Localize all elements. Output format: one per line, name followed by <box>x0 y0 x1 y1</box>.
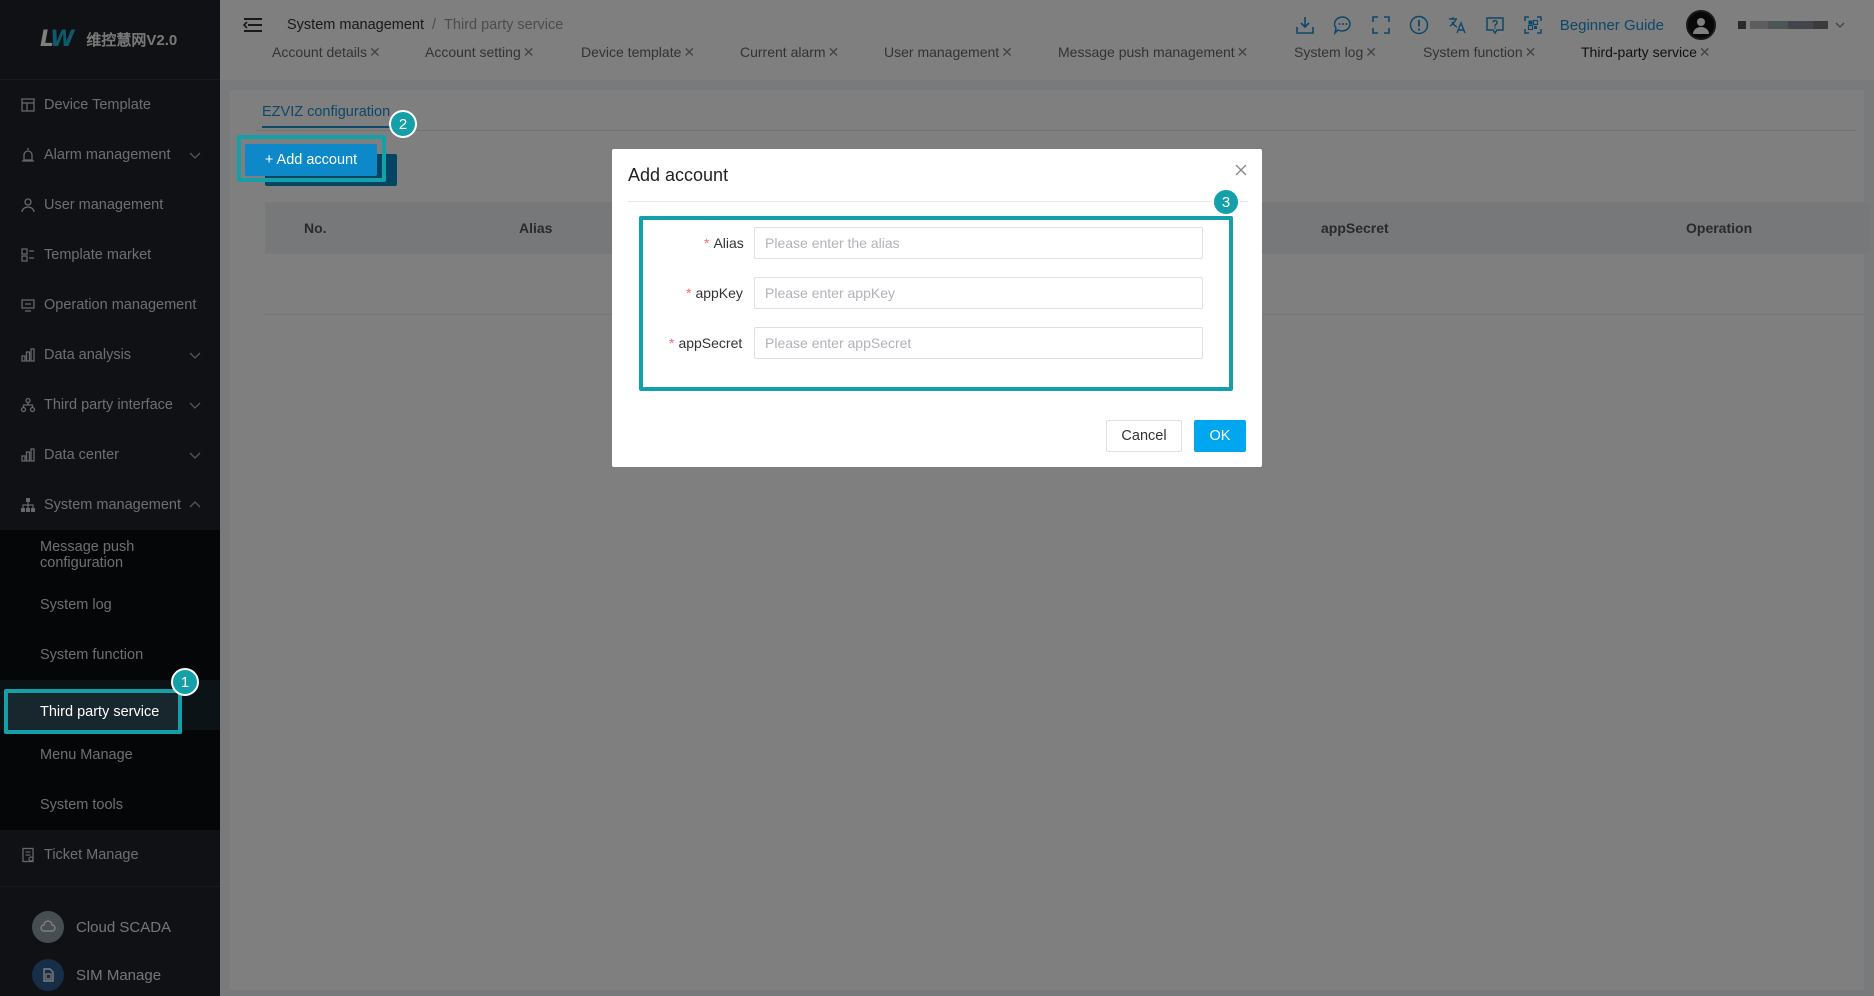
required-mark: * <box>704 235 710 251</box>
form-row-appsecret: * appSecret <box>669 327 1203 359</box>
cancel-button[interactable]: Cancel <box>1106 420 1182 452</box>
dialog-title: Add account <box>628 165 729 185</box>
step-badge-2: 2 <box>389 110 417 138</box>
dialog-divider <box>628 201 1248 202</box>
appkey-label-text: appKey <box>695 285 743 301</box>
required-mark: * <box>686 285 692 301</box>
highlighted-add-account-button[interactable]: + Add account <box>245 144 377 176</box>
appkey-input[interactable] <box>754 277 1203 309</box>
close-icon[interactable] <box>1234 163 1248 177</box>
step-badge-3: 3 <box>1212 188 1240 216</box>
alias-label-text: Alias <box>713 235 744 251</box>
step-badge-1: 1 <box>171 668 199 696</box>
alias-input[interactable] <box>754 227 1203 259</box>
highlighted-third-party-service[interactable]: Third party service <box>8 693 178 730</box>
appkey-label: * appKey <box>686 285 743 301</box>
form-row-alias: * Alias <box>704 227 1203 259</box>
required-mark: * <box>669 335 675 351</box>
add-account-dialog: Add account 3 *Alias *appKey *appSecret … <box>612 149 1262 467</box>
appsecret-label-text: appSecret <box>678 335 743 351</box>
appsecret-label: * appSecret <box>669 335 742 351</box>
ok-button[interactable]: OK <box>1194 420 1246 452</box>
alias-label: * Alias <box>704 235 744 251</box>
form-row-appkey: * appKey <box>686 277 1203 309</box>
appsecret-input[interactable] <box>754 327 1203 359</box>
